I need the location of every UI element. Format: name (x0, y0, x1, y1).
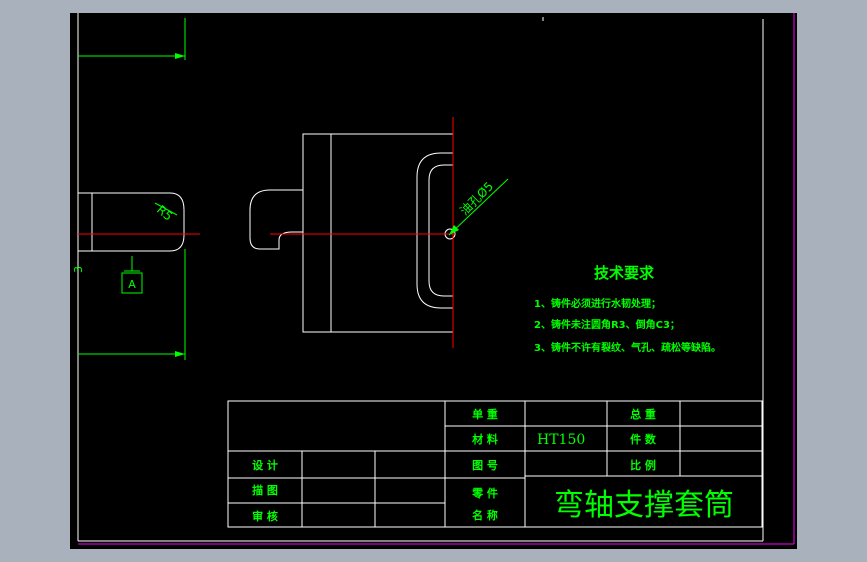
oil-slot-inner (428, 164, 453, 297)
review-label: 审 核 (252, 509, 278, 523)
drawing-canvas: R5 3 A 油孔Ø5 技术要求 1、铸件必须进行水韧处理； 2、铸件未注圆角R… (72, 13, 795, 545)
design-label: 设 计 (252, 458, 278, 472)
unit-weight-label: 单 重 (472, 407, 498, 421)
scale-label: 比 例 (630, 458, 656, 472)
tech-req-title: 技术要求 (594, 264, 655, 282)
material-value: HT150 (537, 432, 585, 448)
radius-dim-label: R5 (154, 203, 175, 224)
arrow-bottom (175, 351, 185, 357)
left-rounded-shape (78, 192, 185, 252)
part-name-label-1: 零 件 (471, 486, 498, 500)
oil-slot-outer (416, 152, 453, 309)
hook-shape (249, 189, 303, 250)
tech-req-item-2: 2、铸件未注圆角R3、倒角C3； (534, 318, 680, 331)
total-weight-label: 总 重 (630, 407, 656, 421)
datum-label: A (128, 278, 136, 291)
technical-requirements: 技术要求 1、铸件必须进行水韧处理； 2、铸件未注圆角R3、倒角C3； 3、铸件… (534, 264, 721, 354)
quantity-label: 件 数 (630, 432, 657, 446)
hole-dim-label: 油孔Ø5 (457, 179, 496, 218)
part-name-label-2: 名 称 (472, 508, 498, 522)
arrow-top (175, 53, 185, 59)
tech-req-item-1: 1、铸件必须进行水韧处理； (534, 297, 661, 310)
part-name: 弯轴支撑套筒 (554, 488, 734, 523)
cad-viewport[interactable]: R5 3 A 油孔Ø5 技术要求 1、铸件必须进行水韧处理； 2、铸件未注圆角R… (70, 13, 797, 549)
body-outline (302, 133, 454, 333)
main-section-view: 油孔Ø5 (249, 117, 509, 348)
title-block-text: 单 重 总 重 材 料 HT150 件 数 图 号 比 例 设 计 描 图 审 … (252, 407, 734, 523)
partial-dim-label: 3 (72, 266, 85, 273)
drawing-no-label: 图 号 (472, 459, 498, 472)
material-label: 材 料 (472, 432, 498, 446)
tech-req-item-3: 3、铸件不许有裂纹、气孔、疏松等缺陷。 (534, 341, 721, 354)
drafting-label: 描 图 (252, 483, 278, 497)
left-partial-view: R5 3 A (72, 18, 200, 360)
